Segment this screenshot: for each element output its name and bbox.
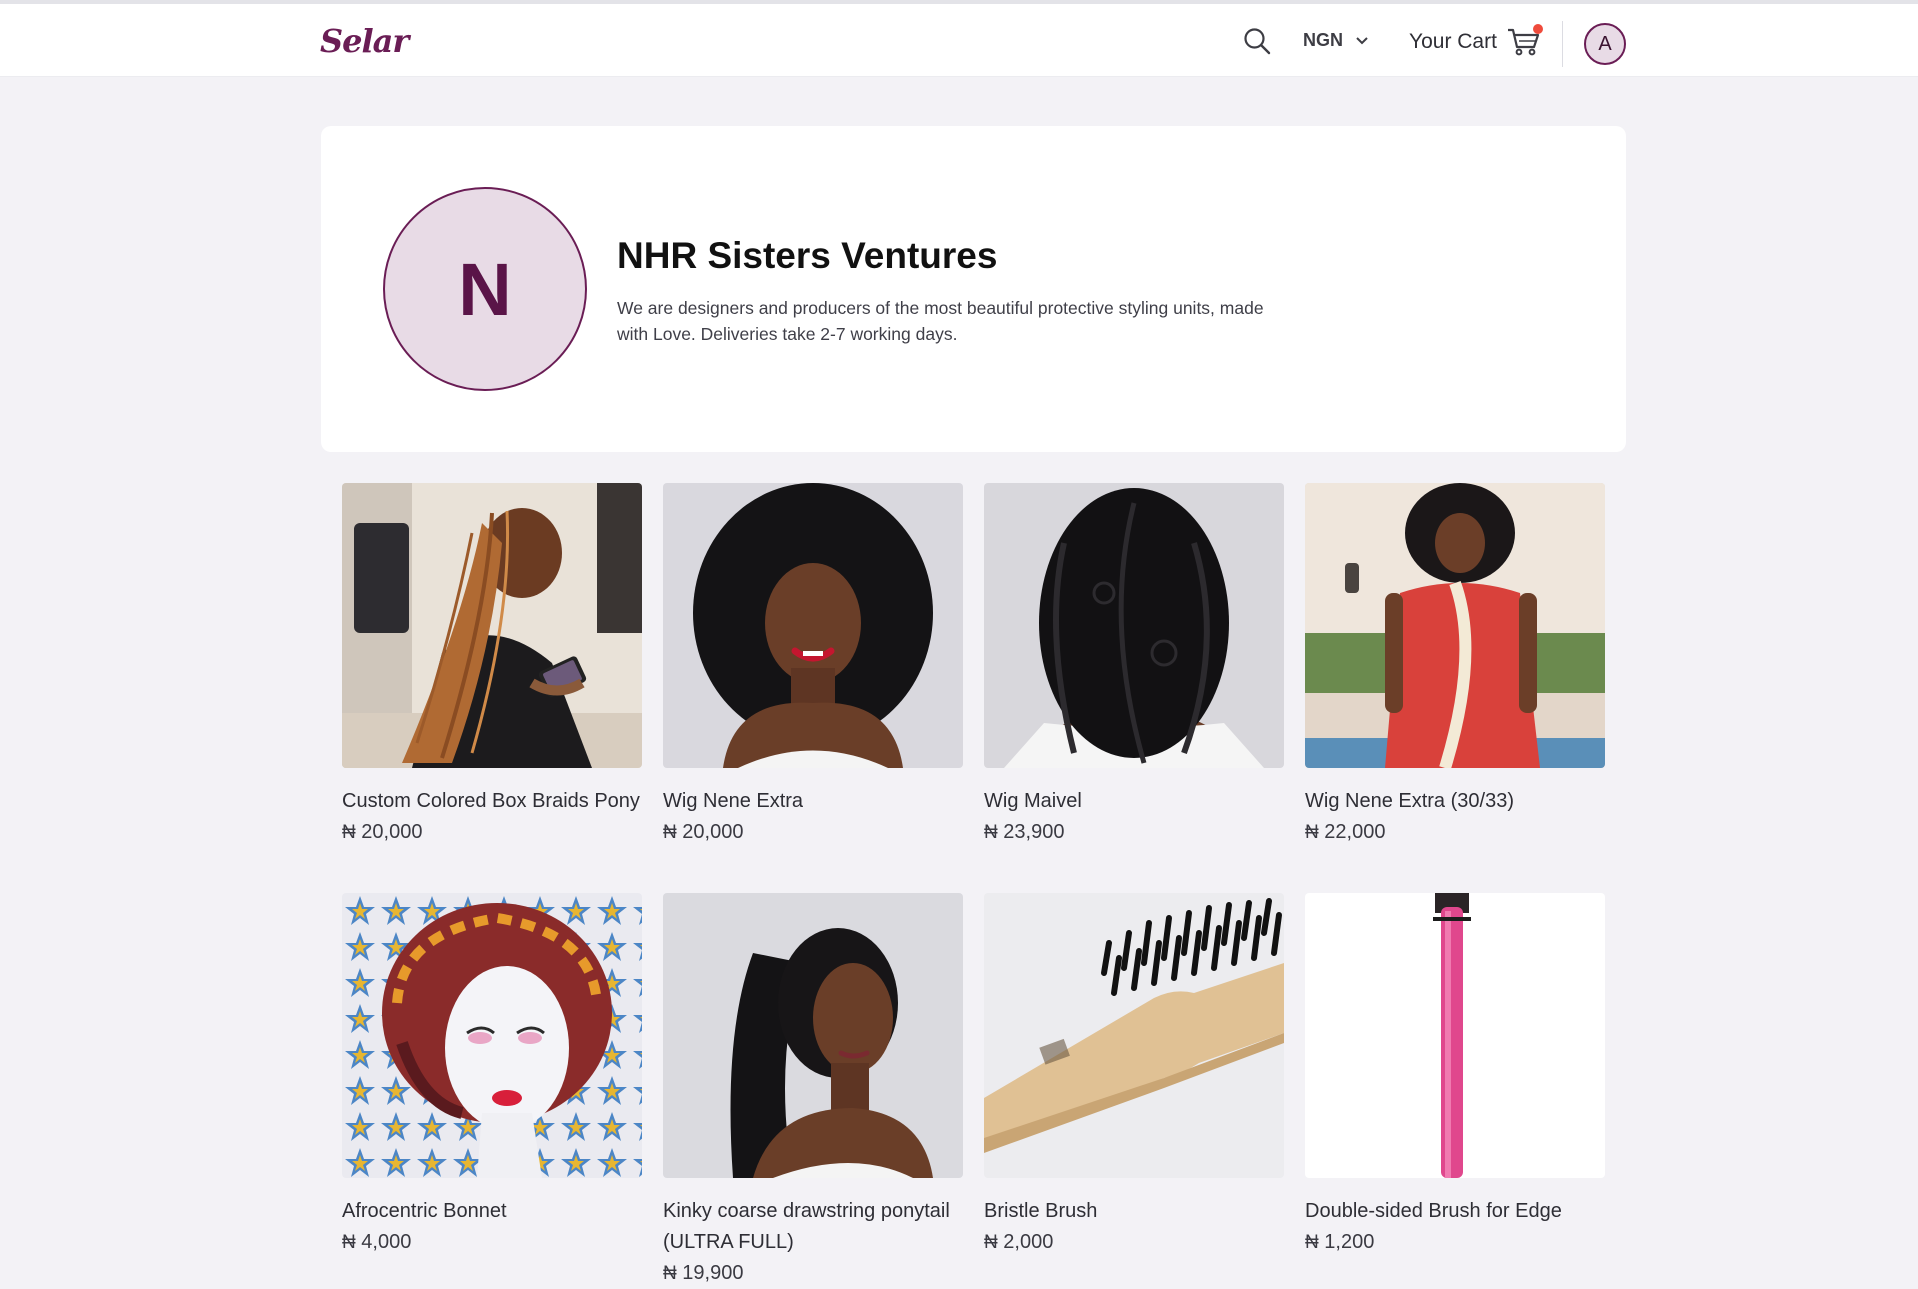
- cart-label: Your Cart: [1409, 30, 1497, 53]
- currency-symbol: ₦: [984, 822, 998, 843]
- chevron-down-icon: [1356, 36, 1368, 44]
- cart-icon: [1507, 24, 1543, 57]
- product-image-afrocentric-bonnet[interactable]: [342, 893, 642, 1178]
- currency-symbol: ₦: [342, 822, 356, 843]
- product-title[interactable]: Wig Nene Extra (30/33): [1305, 786, 1605, 817]
- price-value: 2,000: [1003, 1231, 1054, 1253]
- store-avatar: N: [383, 187, 587, 391]
- product-card[interactable]: Kinky coarse drawstring ponytail (ULTRA …: [663, 893, 963, 1289]
- product-card[interactable]: Double-sided Brush for Edge ₦ 1,200: [1305, 893, 1605, 1258]
- currency-symbol: ₦: [663, 1263, 677, 1284]
- product-price: ₦ 2,000: [984, 1227, 1284, 1258]
- search-button[interactable]: [1242, 26, 1272, 56]
- product-title[interactable]: Double-sided Brush for Edge: [1305, 1196, 1605, 1227]
- product-price: ₦ 22,000: [1305, 817, 1605, 848]
- price-value: 20,000: [361, 821, 423, 843]
- product-price: ₦ 19,900: [663, 1258, 963, 1289]
- product-title[interactable]: Kinky coarse drawstring ponytail (ULTRA …: [663, 1196, 963, 1258]
- currency-symbol: ₦: [984, 1232, 998, 1253]
- product-title[interactable]: Afrocentric Bonnet: [342, 1196, 642, 1227]
- product-title[interactable]: Bristle Brush: [984, 1196, 1284, 1227]
- currency-symbol: ₦: [1305, 822, 1319, 843]
- product-price: ₦ 20,000: [663, 817, 963, 848]
- navbar: Selar NGN Your Cart A: [0, 4, 1918, 77]
- product-price: ₦ 20,000: [342, 817, 642, 848]
- product-image-double-sided-brush[interactable]: [1305, 893, 1605, 1178]
- price-value: 22,000: [1324, 821, 1386, 843]
- product-card[interactable]: Afrocentric Bonnet ₦ 4,000: [342, 893, 642, 1258]
- selar-logo[interactable]: Selar: [320, 22, 409, 60]
- product-title[interactable]: Wig Nene Extra: [663, 786, 963, 817]
- currency-symbol: ₦: [1305, 1232, 1319, 1253]
- currency-selector[interactable]: NGN: [1303, 30, 1369, 51]
- product-image-bristle-brush[interactable]: [984, 893, 1284, 1178]
- product-price: ₦ 23,900: [984, 817, 1284, 848]
- product-price: ₦ 4,000: [342, 1227, 642, 1258]
- product-image-wig-nene-extra[interactable]: [663, 483, 963, 768]
- product-card[interactable]: Custom Colored Box Braids Pony ₦ 20,000: [342, 483, 642, 848]
- product-image-box-braids[interactable]: [342, 483, 642, 768]
- product-image-wig-nene-extra-30-33[interactable]: [1305, 483, 1605, 768]
- price-value: 23,900: [1003, 821, 1065, 843]
- search-icon: [1244, 28, 1271, 55]
- currency-label: NGN: [1303, 30, 1343, 50]
- product-card[interactable]: Bristle Brush ₦ 2,000: [984, 893, 1284, 1258]
- product-price: ₦ 1,200: [1305, 1227, 1605, 1258]
- product-image-wig-maivel[interactable]: [984, 483, 1284, 768]
- store-profile-card: N NHR Sisters Ventures We are designers …: [321, 126, 1626, 452]
- currency-symbol: ₦: [342, 1232, 356, 1253]
- product-card[interactable]: Wig Nene Extra (30/33) ₦ 22,000: [1305, 483, 1605, 848]
- price-value: 20,000: [682, 821, 744, 843]
- price-value: 4,000: [361, 1231, 412, 1253]
- product-card[interactable]: Wig Maivel ₦ 23,900: [984, 483, 1284, 848]
- store-description: We are designers and producers of the mo…: [617, 298, 1264, 344]
- currency-symbol: ₦: [663, 822, 677, 843]
- cart-button[interactable]: Your Cart: [1409, 24, 1543, 57]
- product-title[interactable]: Custom Colored Box Braids Pony: [342, 786, 642, 817]
- product-title[interactable]: Wig Maivel: [984, 786, 1284, 817]
- cart-notification-badge: [1532, 24, 1543, 34]
- nav-divider: [1562, 21, 1563, 67]
- store-name: NHR Sisters Ventures: [617, 235, 998, 276]
- price-value: 19,900: [682, 1262, 744, 1284]
- price-value: 1,200: [1324, 1231, 1375, 1253]
- user-avatar[interactable]: A: [1584, 23, 1626, 65]
- product-image-kinky-ponytail[interactable]: [663, 893, 963, 1178]
- product-card[interactable]: Wig Nene Extra ₦ 20,000: [663, 483, 963, 848]
